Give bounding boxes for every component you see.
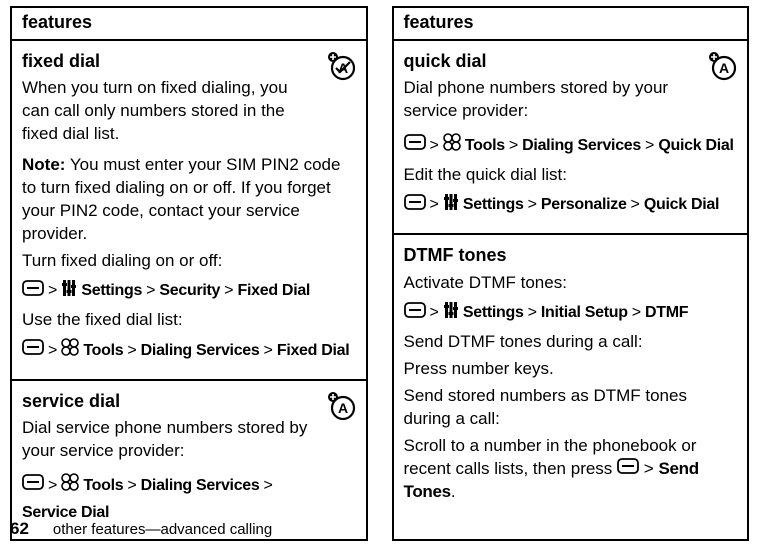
tools-icon <box>443 133 461 158</box>
note-body: You must enter your SIM PIN2 code to tur… <box>22 155 340 243</box>
menu-key-icon <box>404 194 426 217</box>
column-header: features <box>394 8 748 41</box>
path-item: Dialing Services <box>141 475 260 497</box>
settings-icon <box>443 193 459 218</box>
tools-icon <box>61 338 79 363</box>
note-label: Note: <box>22 155 65 174</box>
path-item: Fixed Dial <box>238 280 311 302</box>
path-item: Quick Dial <box>644 194 719 216</box>
body-text: Turn fixed dialing on or off: <box>22 250 356 273</box>
body-text: Scroll to a number in the phonebook or r… <box>404 435 738 504</box>
column-header: features <box>12 8 366 41</box>
section-dtmf: DTMF tones Activate DTMF tones: > Settin… <box>394 235 748 517</box>
network-feature-icon: A <box>326 391 356 428</box>
svg-text:A: A <box>337 60 347 76</box>
page-number: 62 <box>10 519 29 539</box>
path-item: Quick Dial <box>658 135 733 157</box>
menu-path: > Tools > Dialing Services > Fixed Dial <box>22 338 356 363</box>
section-title: DTMF tones <box>404 243 738 267</box>
menu-path: > Tools > Dialing Services > Quick Dial <box>404 133 738 158</box>
path-item: DTMF <box>645 302 688 324</box>
left-column: features fixed dial When you turn on fix… <box>10 6 368 541</box>
menu-path: > Settings > Personalize > Quick Dial <box>404 193 738 218</box>
menu-key-icon <box>617 458 639 481</box>
network-feature-icon: A <box>707 51 737 88</box>
path-item: Fixed Dial <box>277 340 350 362</box>
menu-key-icon <box>22 474 44 497</box>
menu-key-icon <box>404 134 426 157</box>
path-item: Settings <box>463 302 524 324</box>
menu-key-icon <box>22 339 44 362</box>
menu-key-icon <box>22 280 44 303</box>
path-item: Settings <box>463 194 524 216</box>
body-text: Dial phone numbers stored by your servic… <box>404 77 700 123</box>
settings-icon <box>443 301 459 326</box>
path-item: Tools <box>83 340 123 362</box>
path-item: Dialing Services <box>522 135 641 157</box>
section-service-dial: service dial Dial service phone numbers … <box>12 381 366 539</box>
footer-text: other features—advanced calling <box>53 521 272 538</box>
body-text: Send DTMF tones during a call: <box>404 331 738 354</box>
section-title: quick dial <box>404 49 700 73</box>
tools-icon <box>61 473 79 498</box>
settings-icon <box>61 279 77 304</box>
menu-path: > Settings > Initial Setup > DTMF <box>404 301 738 326</box>
section-fixed-dial: fixed dial When you turn on fixed dialin… <box>12 41 366 381</box>
path-item: Tools <box>83 475 123 497</box>
body-text: Activate DTMF tones: <box>404 272 738 295</box>
page-footer: 62 other features—advanced calling <box>10 519 272 539</box>
path-item: Tools <box>465 135 505 157</box>
section-quick-dial: quick dial Dial phone numbers stored by … <box>394 41 748 235</box>
separator: > <box>644 459 654 478</box>
path-item: Initial Setup <box>541 302 628 324</box>
network-feature-icon: A <box>326 51 356 88</box>
svg-text:A: A <box>337 400 347 416</box>
body-text: Edit the quick dial list: <box>404 164 738 187</box>
menu-key-icon <box>404 302 426 325</box>
body-text: Send stored numbers as DTMF tones during… <box>404 385 738 431</box>
body-text: Press number keys. <box>404 358 738 381</box>
note-text: Note: You must enter your SIM PIN2 code … <box>22 154 356 246</box>
path-item: Security <box>159 280 220 302</box>
path-item: Settings <box>81 280 142 302</box>
section-title: service dial <box>22 389 318 413</box>
body-text: When you turn on fixed dialing, you can … <box>22 77 318 146</box>
right-column: features quick dial Dial phone numbers s… <box>392 6 750 541</box>
svg-text:A: A <box>719 60 729 76</box>
section-title: fixed dial <box>22 49 318 73</box>
menu-path: > Settings > Security > Fixed Dial <box>22 279 356 304</box>
path-item: Personalize <box>541 194 627 216</box>
menu-path: > Tools > Dialing Services > Service Dia… <box>22 473 356 523</box>
path-item: Dialing Services <box>141 340 260 362</box>
body-text: Use the fixed dial list: <box>22 309 356 332</box>
body-text: Dial service phone numbers stored by you… <box>22 417 318 463</box>
